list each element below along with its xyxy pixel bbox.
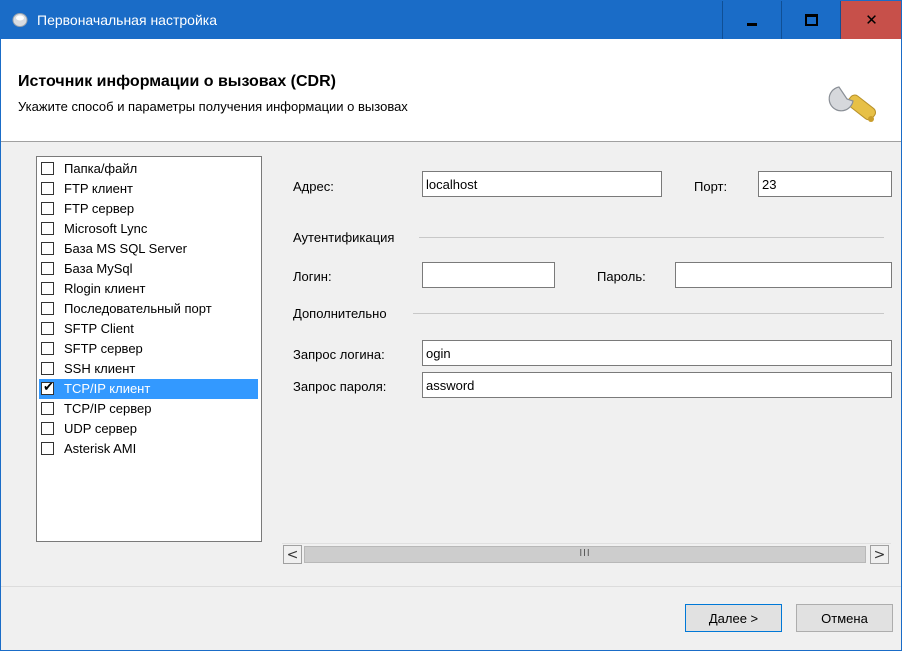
window-title: Первоначальная настройка [37, 12, 217, 28]
scroll-left-button[interactable]: < [283, 545, 302, 564]
checkbox-checked[interactable]: ✔ [41, 380, 54, 395]
minimize-button[interactable] [722, 1, 781, 39]
checkbox[interactable] [41, 402, 54, 415]
source-list[interactable]: Папка/файл FTP клиент FTP сервер Microso… [36, 156, 262, 542]
close-icon: ✕ [865, 11, 878, 29]
checkbox[interactable] [41, 442, 54, 455]
password-label: Пароль: [597, 269, 646, 284]
list-item[interactable]: SSH клиент [39, 359, 258, 379]
checkmark-icon: ✔ [43, 380, 54, 395]
address-input[interactable] [422, 171, 662, 197]
scrollbar-thumb[interactable]: III [304, 546, 866, 563]
close-button[interactable]: ✕ [840, 1, 901, 39]
list-item[interactable]: UDP сервер [39, 419, 258, 439]
password-input[interactable] [675, 262, 892, 288]
app-icon [12, 13, 28, 27]
title-bar: Первоначальная настройка ✕ [1, 1, 901, 39]
group-divider [413, 313, 884, 314]
list-item-selected[interactable]: ✔ TCP/IP клиент [39, 379, 258, 399]
checkbox[interactable] [41, 302, 54, 315]
list-item[interactable]: FTP сервер [39, 199, 258, 219]
checkbox[interactable] [41, 422, 54, 435]
list-item-label: TCP/IP сервер [64, 401, 152, 416]
grip-icon: III [579, 548, 591, 559]
auth-group-label: Аутентификация [293, 230, 395, 245]
cancel-button[interactable]: Отмена [796, 604, 893, 632]
group-divider [419, 237, 884, 238]
checkbox[interactable] [41, 342, 54, 355]
checkbox[interactable] [41, 222, 54, 235]
port-label: Порт: [694, 179, 728, 194]
login-input[interactable] [422, 262, 555, 288]
chevron-right-icon: > [873, 546, 886, 563]
list-item-label: SFTP Client [64, 321, 134, 336]
list-item-label: FTP клиент [64, 181, 133, 196]
password-prompt-input[interactable] [422, 372, 892, 398]
list-item[interactable]: Asterisk AMI [39, 439, 258, 459]
list-item-label: SSH клиент [64, 361, 136, 376]
header-separator [1, 141, 901, 142]
list-item[interactable]: Папка/файл [39, 159, 258, 179]
list-item-label: База MySql [64, 261, 133, 276]
scroll-right-button[interactable]: > [870, 545, 889, 564]
list-item[interactable]: TCP/IP сервер [39, 399, 258, 419]
checkbox[interactable] [41, 242, 54, 255]
minimize-icon [747, 22, 757, 26]
list-item[interactable]: Последовательный порт [39, 299, 258, 319]
checkbox[interactable] [41, 262, 54, 275]
checkbox[interactable] [41, 362, 54, 375]
checkbox[interactable] [41, 182, 54, 195]
address-label: Адрес: [293, 179, 334, 194]
login-prompt-input[interactable] [422, 340, 892, 366]
login-label: Логин: [293, 269, 332, 284]
list-item-label: База MS SQL Server [64, 241, 187, 256]
footer-separator [1, 586, 901, 587]
list-item-label: FTP сервер [64, 201, 135, 216]
list-item-label: Папка/файл [64, 161, 138, 176]
list-item-label: Microsoft Lync [64, 221, 148, 236]
password-prompt-label: Запрос пароля: [293, 379, 387, 394]
list-item-label: UDP сервер [64, 421, 138, 436]
maximize-icon [804, 14, 818, 26]
chevron-left-icon: < [286, 546, 299, 563]
list-item[interactable]: Rlogin клиент [39, 279, 258, 299]
list-item-label: SFTP сервер [64, 341, 143, 356]
next-button[interactable]: Далее > [685, 604, 782, 632]
list-item[interactable]: База MySql [39, 259, 258, 279]
list-item[interactable]: Microsoft Lync [39, 219, 258, 239]
list-item-label: Последовательный порт [64, 301, 212, 316]
checkbox[interactable] [41, 162, 54, 175]
checkbox[interactable] [41, 202, 54, 215]
list-item[interactable]: FTP клиент [39, 179, 258, 199]
page-subtitle: Укажите способ и параметры получения инф… [18, 99, 408, 114]
checkbox[interactable] [41, 322, 54, 335]
list-item-label: Rlogin клиент [64, 281, 146, 296]
horizontal-scrollbar[interactable]: < III > [282, 543, 891, 565]
list-item[interactable]: База MS SQL Server [39, 239, 258, 259]
list-item-label: TCP/IP клиент [64, 381, 151, 396]
port-input[interactable] [758, 171, 892, 197]
maximize-button[interactable] [781, 1, 840, 39]
list-item-label: Asterisk AMI [64, 441, 137, 456]
list-item[interactable]: SFTP сервер [39, 339, 258, 359]
wizard-header: Источник информации о вызовах (CDR) Укаж… [1, 39, 901, 141]
page-title: Источник информации о вызовах (CDR) [18, 73, 336, 90]
extra-group-label: Дополнительно [293, 306, 387, 321]
setup-window: Первоначальная настройка ✕ Источник инфо… [0, 0, 902, 651]
checkbox[interactable] [41, 282, 54, 295]
login-prompt-label: Запрос логина: [293, 347, 385, 362]
list-item[interactable]: SFTP Client [39, 319, 258, 339]
wrench-icon [828, 86, 876, 122]
